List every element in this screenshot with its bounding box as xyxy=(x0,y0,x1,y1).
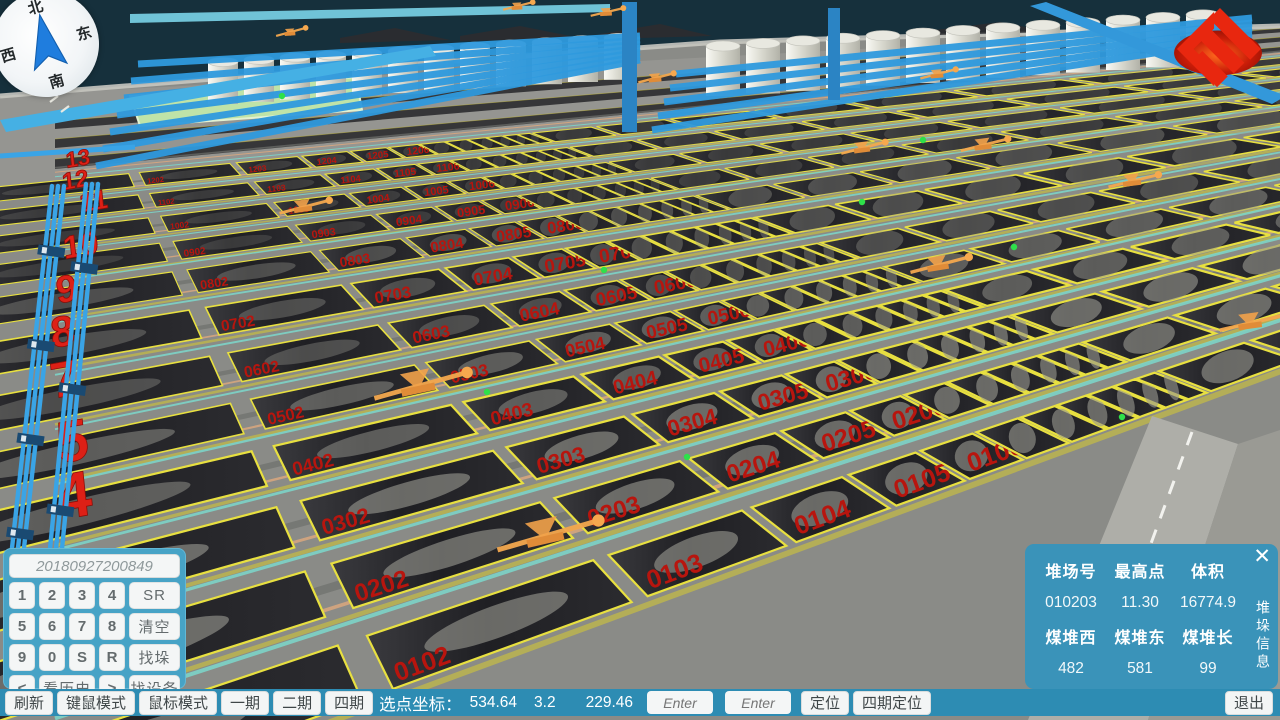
keymouse-mode-button[interactable]: 键鼠模式 xyxy=(57,691,135,715)
refresh-button[interactable]: 刷新 xyxy=(5,691,53,715)
phase4-locate-button[interactable]: 四期定位 xyxy=(853,691,931,715)
compass-west-label: 西 xyxy=(0,43,18,67)
locate-button[interactable]: 定位 xyxy=(801,691,849,715)
pile-length-header: 煤堆长 xyxy=(1173,620,1243,651)
status-dot xyxy=(684,454,690,460)
key-2[interactable]: 2 xyxy=(39,582,65,609)
key-5[interactable]: 5 xyxy=(9,613,35,640)
close-icon[interactable]: ✕ xyxy=(1253,545,1271,569)
key-sr[interactable]: SR xyxy=(129,582,180,609)
status-dot xyxy=(601,267,607,273)
key-s[interactable]: S xyxy=(69,644,95,671)
yard-no-header: 堆场号 xyxy=(1035,554,1107,585)
key-4[interactable]: 4 xyxy=(99,582,125,609)
pile-id-label: 1102 xyxy=(158,197,175,208)
volume-value: 16774.9 xyxy=(1173,587,1243,618)
coord-y-value: 3.2 xyxy=(534,694,556,712)
key-3[interactable]: 3 xyxy=(69,582,95,609)
coord-x-value: 534.64 xyxy=(470,694,517,712)
panel-side-title: 堆垛信息 xyxy=(1253,600,1273,672)
key-1[interactable]: 1 xyxy=(9,582,35,609)
timestamp-input[interactable] xyxy=(9,554,180,578)
coord-z-value: 229.46 xyxy=(586,694,633,712)
compass-arrow-icon xyxy=(17,8,75,78)
pile-east-header: 煤堆东 xyxy=(1107,620,1173,651)
app-window: 1202120312041205120611021103110411051106… xyxy=(0,0,1280,720)
highest-point-header: 最高点 xyxy=(1107,554,1173,585)
compass-east-label: 东 xyxy=(74,21,94,45)
clear-button[interactable]: 清空 xyxy=(129,613,180,640)
pile-east-value: 581 xyxy=(1107,653,1173,684)
pile-west-value: 482 xyxy=(1035,653,1107,684)
pile-length-value: 99 xyxy=(1173,653,1243,684)
pile-search-panel: 1 2 3 4 SR 5 6 7 8 清空 9 0 S R 找垛 < 看历史 >… xyxy=(3,548,186,689)
status-dot xyxy=(1119,414,1125,420)
coord-label: 选点坐标： xyxy=(379,691,462,715)
key-9[interactable]: 9 xyxy=(9,644,35,671)
mouse-mode-button[interactable]: 鼠标模式 xyxy=(139,691,217,715)
bottom-toolbar: 刷新 键鼠模式 鼠标模式 一期 二期 四期 选点坐标： 534.64 3.2 2… xyxy=(0,689,1280,716)
status-dot xyxy=(859,199,865,205)
company-logo-icon xyxy=(1164,8,1272,92)
key-0[interactable]: 0 xyxy=(39,644,65,671)
key-r[interactable]: R xyxy=(99,644,125,671)
phase2-button[interactable]: 二期 xyxy=(273,691,321,715)
exit-button[interactable]: 退出 xyxy=(1225,691,1273,715)
status-dot xyxy=(279,93,285,99)
pile-id-label: 1204 xyxy=(316,155,337,167)
highest-point-value: 11.30 xyxy=(1107,587,1173,618)
coord-input-1[interactable] xyxy=(647,691,713,714)
key-6[interactable]: 6 xyxy=(39,613,65,640)
pile-id-label: 1202 xyxy=(147,175,165,186)
status-dot xyxy=(1011,244,1017,250)
pile-id-label: 1103 xyxy=(267,182,287,194)
pile-info-panel: ✕ 堆场号 最高点 体积 010203 11.30 16774.9 煤堆西 煤堆… xyxy=(1025,544,1278,689)
find-pile-button[interactable]: 找垛 xyxy=(129,644,180,671)
pile-id-label: 1205 xyxy=(367,149,390,162)
phase1-button[interactable]: 一期 xyxy=(221,691,269,715)
status-dot xyxy=(920,137,926,143)
pile-west-header: 煤堆西 xyxy=(1035,620,1107,651)
key-7[interactable]: 7 xyxy=(69,613,95,640)
key-8[interactable]: 8 xyxy=(99,613,125,640)
yard-no-value: 010203 xyxy=(1035,587,1107,618)
status-dot xyxy=(484,389,490,395)
phase4-button[interactable]: 四期 xyxy=(325,691,373,715)
volume-header: 体积 xyxy=(1173,554,1243,585)
coord-input-2[interactable] xyxy=(725,691,791,714)
